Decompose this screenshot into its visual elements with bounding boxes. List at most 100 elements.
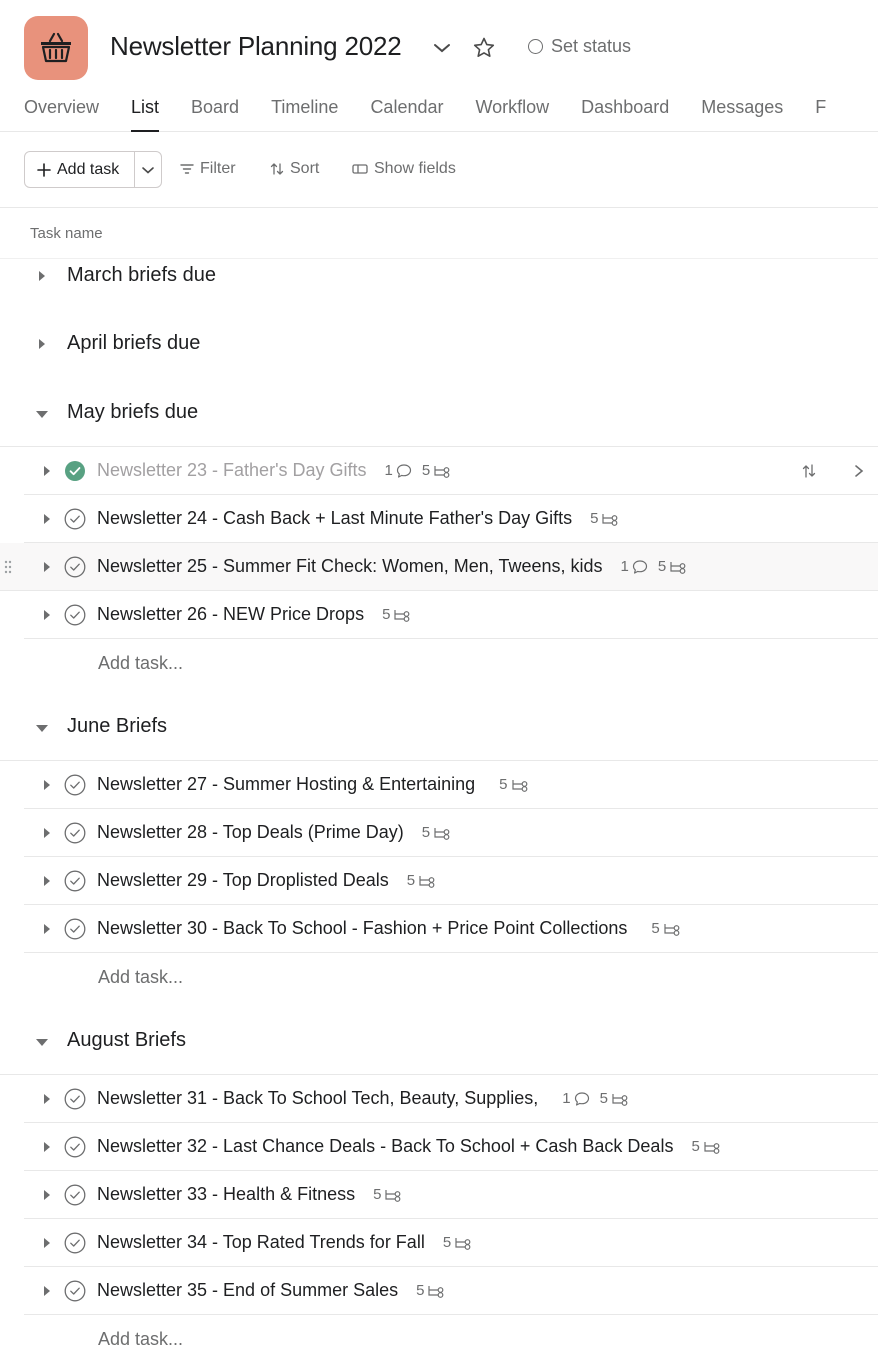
project-title[interactable]: Newsletter Planning 2022 xyxy=(110,31,402,62)
task-name[interactable]: Newsletter 34 - Top Rated Trends for Fal… xyxy=(97,1232,472,1253)
subtask-count-value: 5 xyxy=(499,776,508,793)
add-task-link[interactable]: Add task... xyxy=(98,653,183,674)
add-task-dropdown[interactable] xyxy=(135,152,161,187)
task-name[interactable]: Newsletter 29 - Top Droplisted Deals 5 xyxy=(97,870,436,891)
filter-button[interactable]: Filter xyxy=(180,160,236,178)
task-row[interactable]: Newsletter 24 - Cash Back + Last Minute … xyxy=(24,495,878,543)
subtask-icon xyxy=(664,923,680,936)
task-name[interactable]: Newsletter 35 - End of Summer Sales 5 xyxy=(97,1280,445,1301)
tab-files[interactable]: F xyxy=(815,96,826,132)
sort-label: Sort xyxy=(290,160,320,177)
subtask-icon xyxy=(394,609,410,622)
move-arrows-icon[interactable] xyxy=(800,462,818,480)
tab-overview[interactable]: Overview xyxy=(24,96,99,132)
add-task-link[interactable]: Add task... xyxy=(98,967,183,988)
task-name[interactable]: Newsletter 24 - Cash Back + Last Minute … xyxy=(97,508,619,529)
caret-right-icon[interactable] xyxy=(42,513,52,525)
filter-label: Filter xyxy=(200,160,236,177)
caret-right-icon[interactable] xyxy=(42,1285,52,1297)
tab-calendar[interactable]: Calendar xyxy=(370,96,443,132)
section-august-briefs[interactable]: August Briefs xyxy=(0,1022,878,1075)
task-name[interactable]: Newsletter 30 - Back To School - Fashion… xyxy=(97,918,681,939)
section-april-briefs[interactable]: April briefs due xyxy=(0,325,878,365)
tab-workflow[interactable]: Workflow xyxy=(475,96,549,132)
check-circle-icon[interactable] xyxy=(64,1088,86,1110)
drag-handle-icon[interactable] xyxy=(4,560,12,574)
caret-right-icon[interactable] xyxy=(42,1237,52,1249)
caret-right-icon[interactable] xyxy=(42,465,52,477)
caret-right-icon[interactable] xyxy=(42,827,52,839)
tab-board[interactable]: Board xyxy=(191,96,239,132)
completed-check-icon[interactable] xyxy=(64,460,86,482)
check-circle-icon[interactable] xyxy=(64,1232,86,1254)
check-circle-icon[interactable] xyxy=(64,1136,86,1158)
task-name-column[interactable]: Task name xyxy=(30,225,103,242)
task-title: Newsletter 25 - Summer Fit Check: Women,… xyxy=(97,556,603,576)
check-circle-icon[interactable] xyxy=(64,1280,86,1302)
task-row[interactable]: Newsletter 35 - End of Summer Sales 5 xyxy=(24,1267,878,1315)
task-name[interactable]: Newsletter 32 - Last Chance Deals - Back… xyxy=(97,1136,721,1157)
caret-right-icon[interactable] xyxy=(42,923,52,935)
check-circle-icon[interactable] xyxy=(64,1184,86,1206)
task-row[interactable]: Newsletter 23 - Father's Day Gifts 1 5 xyxy=(24,447,878,495)
check-circle-icon[interactable] xyxy=(64,556,86,578)
check-circle-icon[interactable] xyxy=(64,508,86,530)
section-march-briefs[interactable]: March briefs due xyxy=(0,257,878,297)
task-name[interactable]: Newsletter 31 - Back To School Tech, Bea… xyxy=(97,1088,629,1109)
chevron-right-icon[interactable] xyxy=(852,462,866,480)
add-task-label: Add task xyxy=(57,160,120,178)
comment-count: 1 xyxy=(385,462,412,479)
caret-right-icon[interactable] xyxy=(42,779,52,791)
set-status-button[interactable]: Set status xyxy=(528,36,631,57)
task-row[interactable]: Newsletter 25 - Summer Fit Check: Women,… xyxy=(0,543,878,591)
task-row[interactable]: Newsletter 32 - Last Chance Deals - Back… xyxy=(24,1123,878,1171)
caret-right-icon[interactable] xyxy=(42,1189,52,1201)
chevron-down-icon xyxy=(142,166,154,174)
tab-timeline[interactable]: Timeline xyxy=(271,96,338,132)
subtask-count-value: 5 xyxy=(657,558,667,575)
sort-button[interactable]: Sort xyxy=(270,160,319,178)
tab-dashboard[interactable]: Dashboard xyxy=(581,96,669,132)
add-task-link[interactable]: Add task... xyxy=(98,1329,183,1350)
column-header: Task name xyxy=(0,209,878,259)
task-row[interactable]: Newsletter 34 - Top Rated Trends for Fal… xyxy=(24,1219,878,1267)
add-task-button[interactable]: Add task xyxy=(25,152,135,187)
section-may-briefs[interactable]: May briefs due xyxy=(0,394,878,447)
check-circle-icon[interactable] xyxy=(64,774,86,796)
check-circle-icon[interactable] xyxy=(64,822,86,844)
caret-right-icon[interactable] xyxy=(42,875,52,887)
task-row[interactable]: Newsletter 28 - Top Deals (Prime Day) 5 xyxy=(24,809,878,857)
tab-list[interactable]: List xyxy=(131,96,160,132)
star-icon[interactable] xyxy=(472,36,496,60)
caret-down-icon[interactable] xyxy=(35,722,49,734)
chevron-down-icon[interactable] xyxy=(432,40,452,56)
caret-down-icon[interactable] xyxy=(35,408,49,420)
caret-right-icon[interactable] xyxy=(36,269,48,283)
caret-right-icon[interactable] xyxy=(42,609,52,621)
check-circle-icon[interactable] xyxy=(64,604,86,626)
caret-right-icon[interactable] xyxy=(36,337,48,351)
task-name[interactable]: Newsletter 27 - Summer Hosting & Enterta… xyxy=(97,774,529,795)
show-fields-button[interactable]: Show fields xyxy=(352,160,456,178)
caret-down-icon[interactable] xyxy=(35,1036,49,1048)
caret-right-icon[interactable] xyxy=(42,1093,52,1105)
task-row[interactable]: Newsletter 27 - Summer Hosting & Enterta… xyxy=(24,761,878,809)
section-june-briefs[interactable]: June Briefs xyxy=(0,708,878,761)
task-row[interactable]: Newsletter 30 - Back To School - Fashion… xyxy=(24,905,878,953)
task-name[interactable]: Newsletter 33 - Health & Fitness 5 xyxy=(97,1184,402,1205)
tab-messages[interactable]: Messages xyxy=(701,96,783,132)
task-row[interactable]: Newsletter 31 - Back To School Tech, Bea… xyxy=(24,1075,878,1123)
task-row[interactable]: Newsletter 29 - Top Droplisted Deals 5 xyxy=(24,857,878,905)
task-name[interactable]: Newsletter 26 - NEW Price Drops 5 xyxy=(97,604,411,625)
task-name[interactable]: Newsletter 25 - Summer Fit Check: Women,… xyxy=(97,556,687,577)
task-row[interactable]: Newsletter 26 - NEW Price Drops 5 xyxy=(24,591,878,639)
check-circle-icon[interactable] xyxy=(64,870,86,892)
task-name[interactable]: Newsletter 23 - Father's Day Gifts 1 5 xyxy=(97,460,451,481)
task-name[interactable]: Newsletter 28 - Top Deals (Prime Day) 5 xyxy=(97,822,451,843)
check-circle-icon[interactable] xyxy=(64,918,86,940)
task-row[interactable]: Newsletter 33 - Health & Fitness 5 xyxy=(24,1171,878,1219)
caret-right-icon[interactable] xyxy=(42,561,52,573)
caret-right-icon[interactable] xyxy=(42,1141,52,1153)
subtask-icon xyxy=(419,875,435,888)
project-icon[interactable] xyxy=(24,16,88,80)
